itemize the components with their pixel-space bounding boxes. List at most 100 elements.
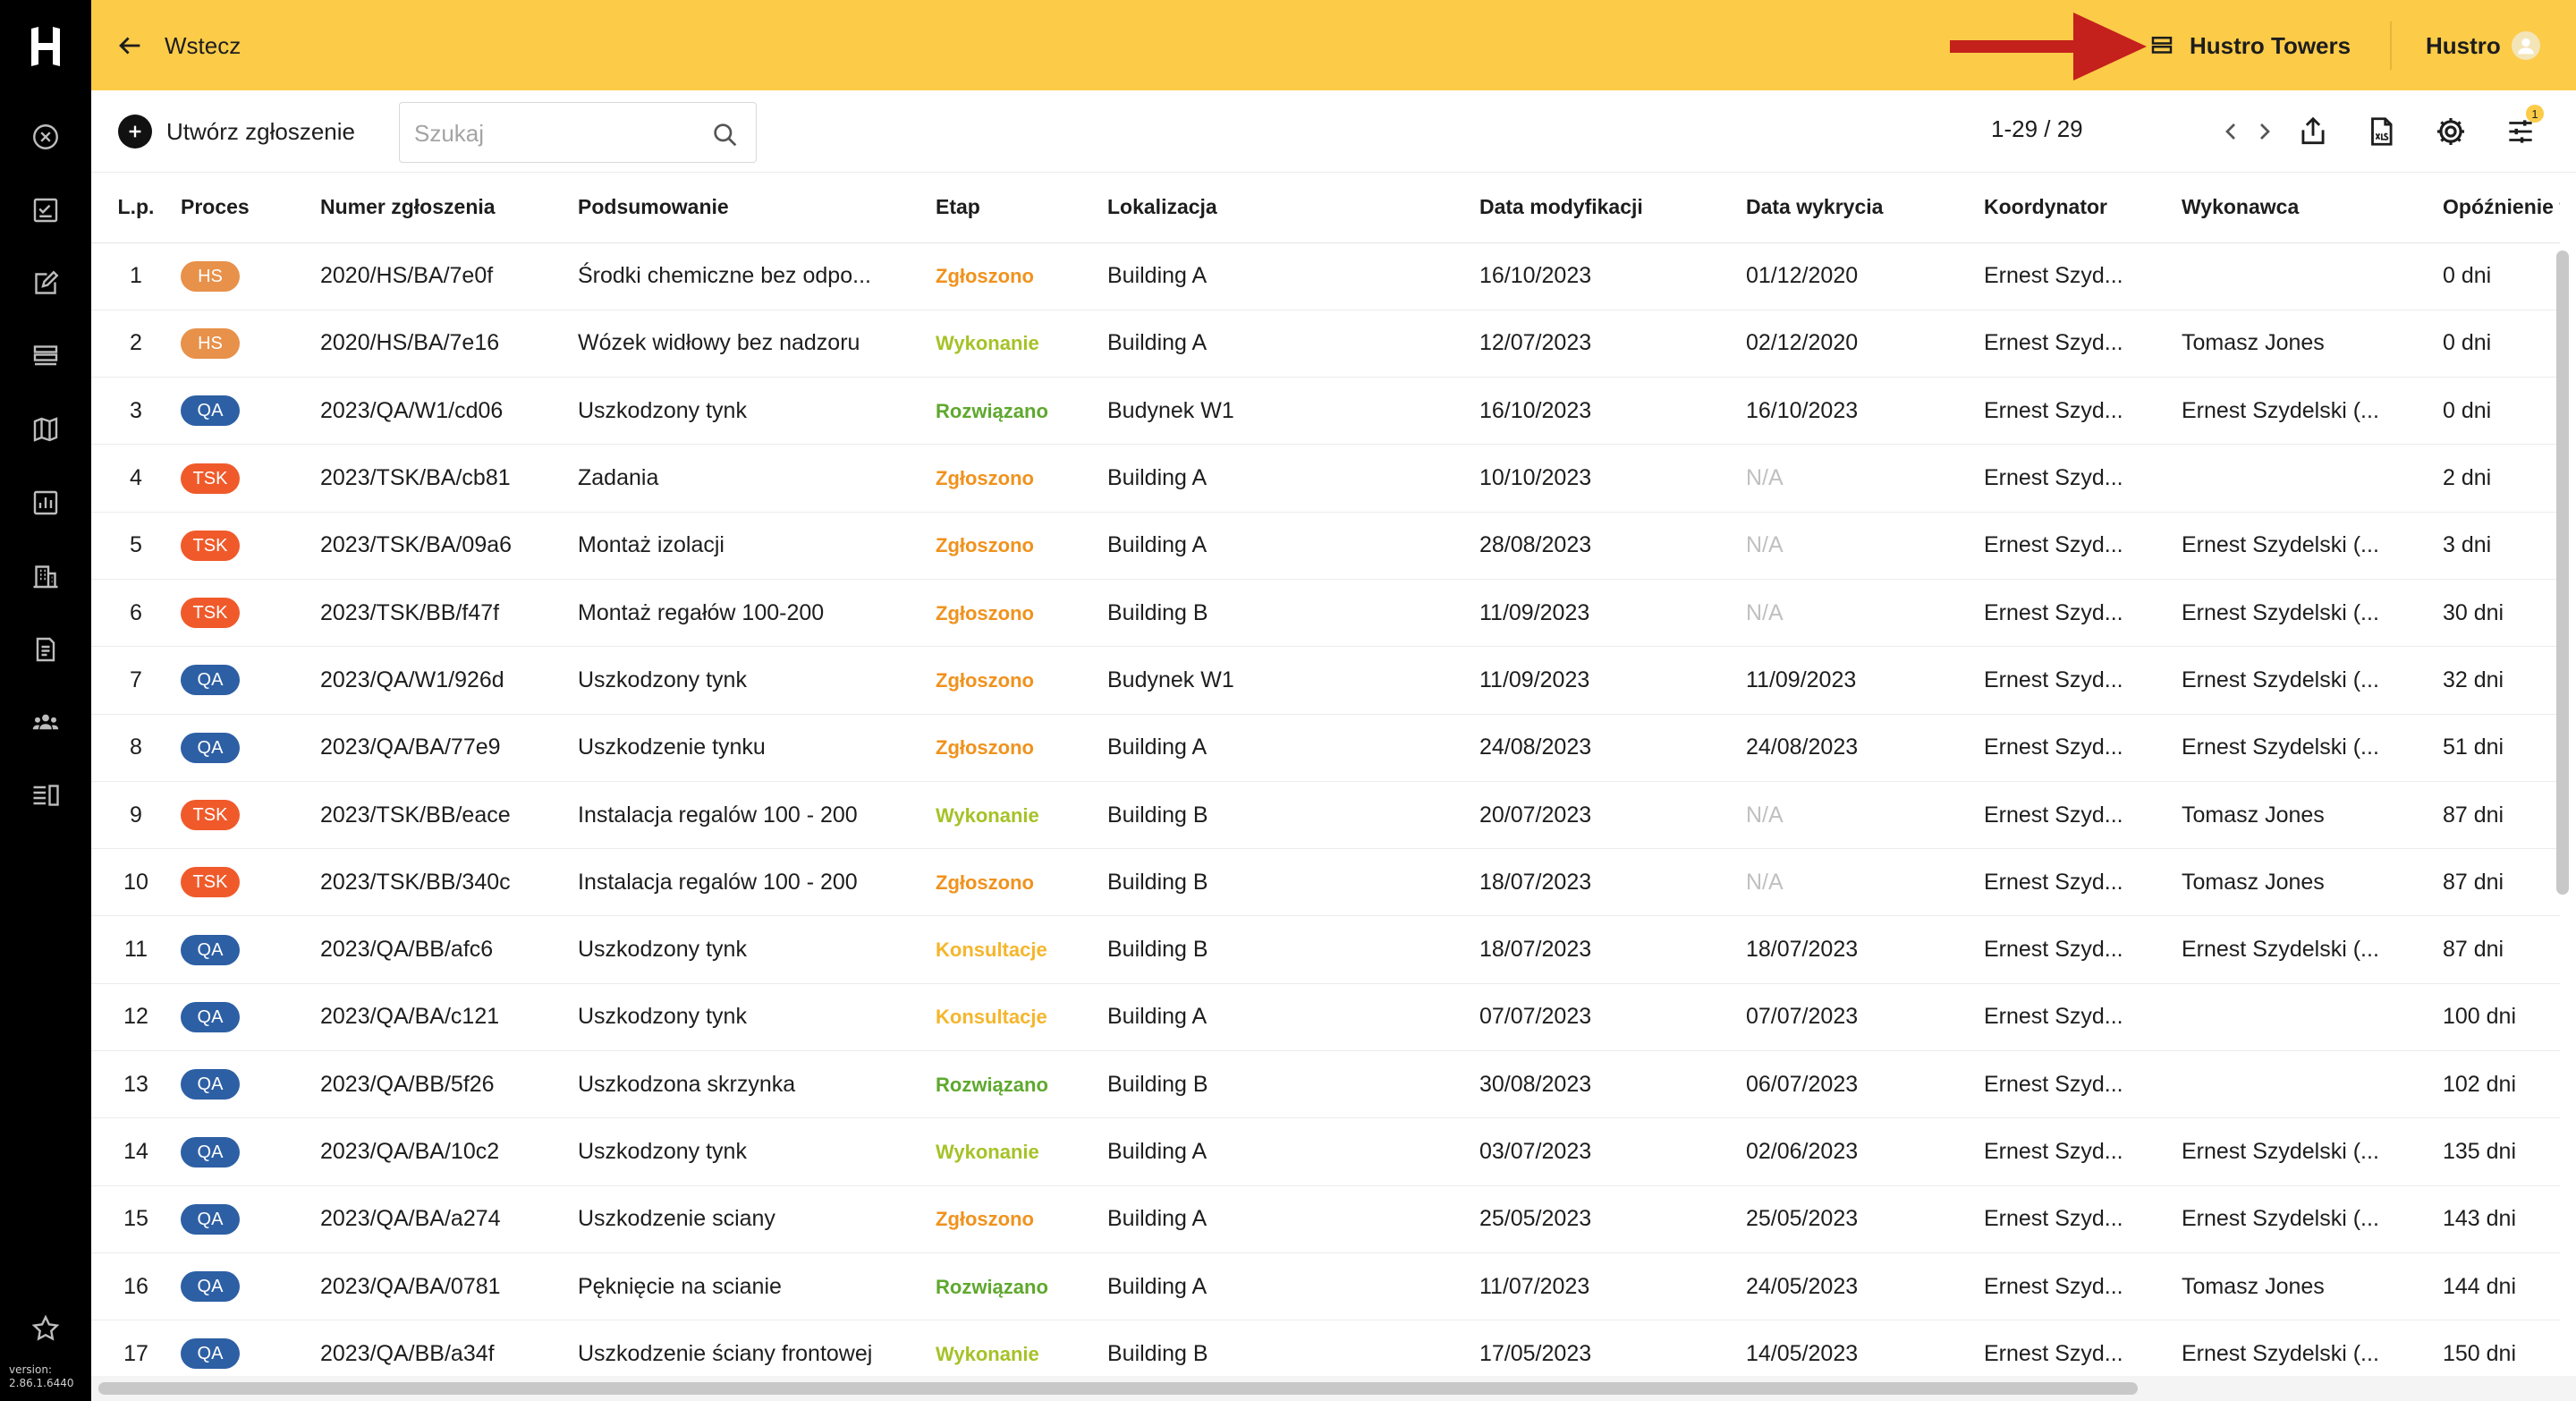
table-row[interactable]: 12 QA 2023/QA/BA/c121 Uszkodzony tynk Konsul… bbox=[91, 983, 2560, 1052]
column-header[interactable]: Podsumowanie bbox=[578, 173, 936, 243]
table-cell: 144 dni bbox=[2443, 1252, 2560, 1321]
list-view-icon[interactable] bbox=[28, 777, 64, 813]
user-menu[interactable]: Hustro bbox=[2426, 27, 2540, 64]
table-row[interactable]: 16 QA 2023/QA/BA/0781 Pęknięcie na scianie R… bbox=[91, 1252, 2560, 1321]
table-row[interactable]: 4 TSK 2023/TSK/BA/cb81 Zadania Zgłoszono Buil… bbox=[91, 444, 2560, 513]
table-row[interactable]: 8 QA 2023/QA/BA/77e9 Uszkodzenie tynku Zgłos… bbox=[91, 714, 2560, 782]
column-header[interactable]: L.p. bbox=[91, 173, 181, 243]
table-cell: N/A bbox=[1746, 848, 1984, 917]
search-input[interactable] bbox=[414, 115, 700, 151]
filter-count-badge: 1 bbox=[2526, 105, 2544, 123]
back-button[interactable]: Wstecz bbox=[114, 27, 241, 64]
table-cell: 2023/QA/BB/5f26 bbox=[320, 1050, 578, 1119]
column-header[interactable]: Opóźnienie te bbox=[2443, 173, 2560, 243]
project-selector[interactable]: Hustro Towers bbox=[2148, 27, 2351, 64]
table-cell: Building A bbox=[1107, 1117, 1479, 1186]
issues-table: L.p. Proces Numer zgłoszenia Podsumowanie Et… bbox=[91, 173, 2560, 1373]
create-report-button[interactable]: Utwórz zgłoszenie bbox=[118, 114, 355, 149]
layers-icon[interactable] bbox=[28, 338, 64, 374]
project-name: Hustro Towers bbox=[2190, 31, 2351, 59]
table-cell: 25/05/2023 bbox=[1746, 1185, 1984, 1253]
table-cell: 0 dni bbox=[2443, 242, 2560, 310]
checklist-icon[interactable] bbox=[28, 192, 64, 228]
table-row[interactable]: 11 QA 2023/QA/BB/afc6 Uszkodzony tynk Konsul… bbox=[91, 915, 2560, 984]
search-box bbox=[399, 102, 757, 163]
column-header[interactable]: Koordynator bbox=[1984, 173, 2182, 243]
building-icon[interactable] bbox=[28, 558, 64, 594]
map-icon[interactable] bbox=[28, 412, 64, 447]
table-row[interactable]: 1 HS 2020/HS/BA/7e0f Środki chemiczne bez o… bbox=[91, 242, 2560, 310]
stage-cell: Wykonanie bbox=[936, 1117, 1107, 1186]
gear-icon[interactable] bbox=[2431, 112, 2470, 151]
chevron-right-icon[interactable] bbox=[2250, 112, 2279, 151]
chart-icon[interactable] bbox=[28, 485, 64, 521]
table-row[interactable]: 15 QA 2023/QA/BA/a274 Uszkodzenie sciany Zgł… bbox=[91, 1185, 2560, 1253]
process-badge: TSK bbox=[181, 800, 240, 831]
process-badge: QA bbox=[181, 1136, 240, 1168]
share-icon[interactable] bbox=[2293, 112, 2333, 151]
table-cell: Ernest Szydelski (... bbox=[2182, 646, 2443, 715]
table-cell: Tomasz Jones bbox=[2182, 1252, 2443, 1321]
star-icon[interactable] bbox=[28, 1311, 64, 1346]
hustro-logo[interactable] bbox=[28, 21, 64, 72]
process-badge: TSK bbox=[181, 867, 240, 898]
table-cell: Building A bbox=[1107, 983, 1479, 1052]
table-row[interactable]: 7 QA 2023/QA/W1/926d Uszkodzony tynk Zgłoszo… bbox=[91, 646, 2560, 715]
filter-sliders-icon[interactable]: 1 bbox=[2501, 105, 2544, 151]
table-cell: Ernest Szyd... bbox=[1984, 781, 2182, 850]
edit-icon[interactable] bbox=[28, 266, 64, 301]
table-row[interactable]: 14 QA 2023/QA/BA/10c2 Uszkodzony tynk Wykona… bbox=[91, 1117, 2560, 1186]
process-badge: TSK bbox=[181, 463, 240, 494]
horizontal-scrollbar[interactable] bbox=[98, 1382, 2138, 1395]
table-cell: 28/08/2023 bbox=[1479, 512, 1746, 580]
column-header[interactable]: Data modyfikacji bbox=[1479, 173, 1746, 243]
users-icon[interactable] bbox=[28, 704, 64, 740]
document-icon[interactable] bbox=[28, 632, 64, 667]
create-report-label: Utwórz zgłoszenie bbox=[166, 117, 355, 145]
process-cell: QA bbox=[181, 1117, 320, 1186]
table-cell: Montaż izolacji bbox=[578, 512, 936, 580]
table-cell: Zadania bbox=[578, 444, 936, 513]
close-circle-icon[interactable] bbox=[28, 119, 64, 155]
column-header[interactable]: Numer zgłoszenia bbox=[320, 173, 578, 243]
table-cell: Building B bbox=[1107, 1320, 1479, 1373]
table-cell: 7 bbox=[91, 646, 181, 715]
table-row[interactable]: 3 QA 2023/QA/W1/cd06 Uszkodzony tynk Rozwiąz… bbox=[91, 377, 2560, 446]
table-cell: Uszkodzona skrzynka bbox=[578, 1050, 936, 1119]
column-header[interactable]: Lokalizacja bbox=[1107, 173, 1479, 243]
table-row[interactable]: 2 HS 2020/HS/BA/7e16 Wózek widłowy bez nadz… bbox=[91, 310, 2560, 378]
layers-icon bbox=[2151, 37, 2173, 54]
table-cell: Ernest Szyd... bbox=[1984, 1050, 2182, 1119]
table-cell: 11/09/2023 bbox=[1479, 646, 1746, 715]
process-badge: HS bbox=[181, 260, 240, 292]
table-cell: 2020/HS/BA/7e0f bbox=[320, 242, 578, 310]
column-header[interactable]: Etap bbox=[936, 173, 1107, 243]
table-row[interactable]: 9 TSK 2023/TSK/BB/eace Instalacja regalów 1… bbox=[91, 781, 2560, 850]
table-cell: Ernest Szyd... bbox=[1984, 242, 2182, 310]
search-icon[interactable] bbox=[711, 121, 740, 149]
vertical-scrollbar[interactable] bbox=[2556, 250, 2569, 895]
process-cell: TSK bbox=[181, 848, 320, 917]
table-row[interactable]: 10 TSK 2023/TSK/BB/340c Instalacja regalów … bbox=[91, 848, 2560, 917]
table-row[interactable]: 5 TSK 2023/TSK/BA/09a6 Montaż izolacji Zgłos… bbox=[91, 512, 2560, 580]
process-badge: QA bbox=[181, 1203, 240, 1235]
table-header: L.p. Proces Numer zgłoszenia Podsumowanie Et… bbox=[91, 173, 2560, 243]
process-badge: TSK bbox=[181, 598, 240, 629]
table-cell: 2023/QA/BA/c121 bbox=[320, 983, 578, 1052]
table-row[interactable]: 6 TSK 2023/TSK/BB/f47f Montaż regałów 100-2… bbox=[91, 579, 2560, 648]
table-cell: 12 bbox=[91, 983, 181, 1052]
column-header[interactable]: Wykonawca bbox=[2182, 173, 2443, 243]
table-row[interactable]: 13 QA 2023/QA/BB/5f26 Uszkodzona skrzynka Ro… bbox=[91, 1050, 2560, 1119]
chevron-left-icon[interactable] bbox=[2216, 112, 2245, 151]
topbar: Wstecz Hustro Towers Hustro bbox=[91, 0, 2576, 90]
xls-export-icon[interactable] bbox=[2361, 112, 2401, 151]
table-row[interactable]: 17 QA 2023/QA/BB/a34f Uszkodzenie ściany fr… bbox=[91, 1320, 2560, 1373]
column-header[interactable]: Proces bbox=[181, 173, 320, 243]
table-cell: 100 dni bbox=[2443, 983, 2560, 1052]
table-cell: 14/05/2023 bbox=[1746, 1320, 1984, 1373]
process-badge: QA bbox=[181, 1271, 240, 1303]
stage-cell: Rozwiązano bbox=[936, 377, 1107, 446]
stage-cell: Wykonanie bbox=[936, 781, 1107, 850]
column-header[interactable]: Data wykrycia bbox=[1746, 173, 1984, 243]
table-cell: 2023/QA/BA/77e9 bbox=[320, 714, 578, 782]
